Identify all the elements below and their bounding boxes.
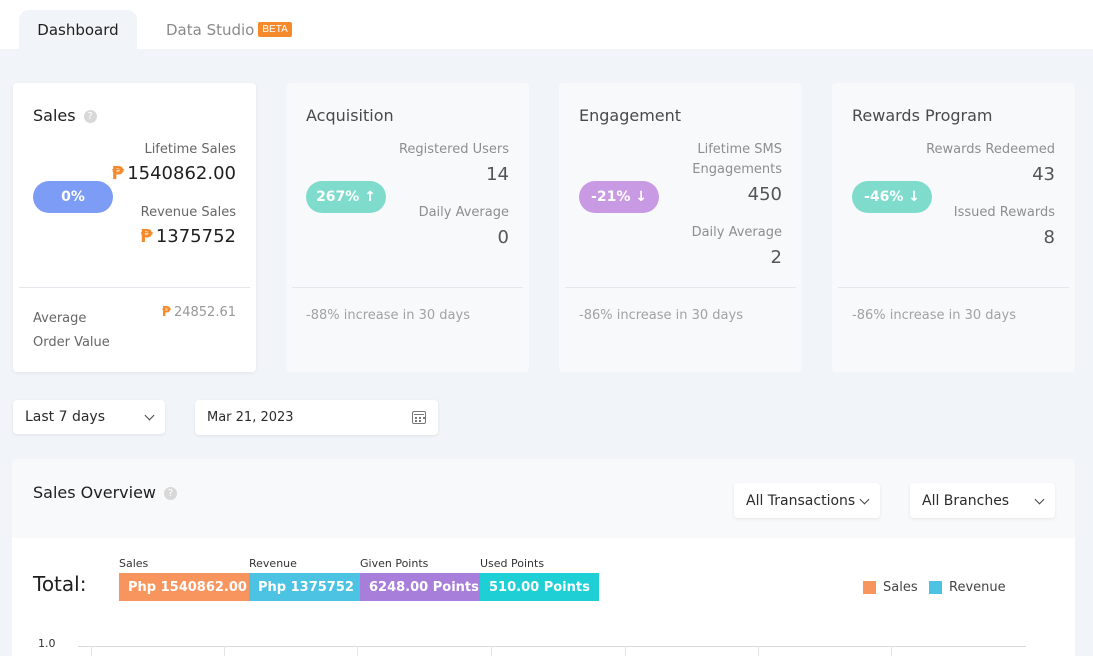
peso-icon: ₱ <box>161 305 171 320</box>
engagement-change-pill: -21% ↓ <box>579 181 659 213</box>
acquisition-card-title: Acquisition <box>306 106 394 125</box>
date-picker-value: Mar 21, 2023 <box>207 410 294 425</box>
rewards-card: Rewards Program -46% ↓ Rewards Redeemed … <box>832 83 1075 372</box>
metric-sales-value: Php 1540862.00 <box>119 573 256 601</box>
metric-given-points-label: Given Points <box>360 557 429 570</box>
metric-sales: Sales Php 1540862.00 <box>119 557 256 601</box>
transactions-select-value: All Transactions <box>746 492 856 509</box>
sales-overview-title: Sales Overview <box>33 483 156 502</box>
average-order-value: ₱ 24852.61 <box>162 305 236 320</box>
chevron-down-icon <box>859 494 870 504</box>
sales-card-title-row: Sales? <box>33 106 97 125</box>
tab-dashboard[interactable]: Dashboard <box>19 10 137 49</box>
card-divider <box>292 287 523 288</box>
engagement-card: Engagement -21% ↓ Lifetime SMS Engagemen… <box>559 83 802 372</box>
lifetime-sms-label: Lifetime SMS Engagements <box>692 142 782 177</box>
date-picker[interactable]: Mar 21, 2023 <box>195 400 438 435</box>
branches-select[interactable]: All Branches <box>910 483 1055 518</box>
date-range-value: Last 7 days <box>25 409 106 425</box>
average-order-value-label: Average Order Value <box>33 311 110 350</box>
chart-gridline-v <box>625 646 626 656</box>
legend-revenue-label: Revenue <box>949 580 1006 595</box>
metric-used-points-label: Used Points <box>480 557 545 570</box>
chart-gridline-v <box>357 646 358 656</box>
average-order-value-amount: 24852.61 <box>173 305 236 320</box>
lifetime-sales-label: Lifetime Sales <box>144 142 236 157</box>
calendar-icon[interactable] <box>412 411 426 424</box>
legend-sales-label: Sales <box>883 580 918 595</box>
chart-gridline <box>78 646 1026 647</box>
chart-gridline-v <box>224 646 225 656</box>
total-label: Total: <box>33 572 87 596</box>
metric-revenue: Revenue Php 1375752 <box>249 557 363 601</box>
metric-given-points-value: 6248.00 Points <box>360 573 488 601</box>
legend-revenue-swatch <box>929 581 942 594</box>
tab-dashboard-label: Dashboard <box>37 20 119 39</box>
tab-data-studio-label: Data Studio <box>166 20 255 39</box>
peso-icon: ₱ <box>111 163 125 184</box>
daily-average-label: Daily Average <box>418 205 509 220</box>
metric-used-points-value: 510.00 Points <box>480 573 599 601</box>
engagement-daily-average-value: 2 <box>770 247 782 268</box>
acquisition-footer: -88% increase in 30 days <box>306 308 470 323</box>
engagement-card-title: Engagement <box>579 106 682 125</box>
sales-overview-body: Total: Sales Php 1540862.00 Revenue Php … <box>12 538 1075 656</box>
daily-average-value: 0 <box>497 227 509 248</box>
revenue-sales-value: ₱ 1375752 <box>140 226 236 247</box>
card-divider <box>19 287 250 288</box>
issued-rewards-label: Issued Rewards <box>953 205 1055 220</box>
lifetime-sales-amount: 1540862.00 <box>127 163 236 184</box>
tab-data-studio[interactable]: Data Studio BETA <box>166 10 292 49</box>
transactions-select[interactable]: All Transactions <box>734 483 880 518</box>
legend-sales-swatch <box>863 581 876 594</box>
chart-gridline-v <box>91 646 92 656</box>
legend-revenue[interactable]: Revenue <box>929 580 1006 595</box>
engagement-daily-average-label: Daily Average <box>691 225 782 240</box>
card-divider <box>565 287 796 288</box>
rewards-card-title: Rewards Program <box>852 106 993 125</box>
registered-users-label: Registered Users <box>398 142 509 157</box>
acquisition-card: Acquisition 267% ↑ Registered Users 14 D… <box>286 83 529 372</box>
sales-card: Sales? 0% Lifetime Sales ₱ 1540862.00 Rev… <box>13 83 256 372</box>
revenue-sales-amount: 1375752 <box>155 226 236 247</box>
rewards-footer: -86% increase in 30 days <box>852 308 1016 323</box>
help-icon[interactable]: ? <box>164 487 177 500</box>
metric-given-points: Given Points 6248.00 Points <box>360 557 488 601</box>
rewards-redeemed-label: Rewards Redeemed <box>926 142 1055 157</box>
chart-gridline-v <box>758 646 759 656</box>
sales-change-pill: 0% <box>33 181 113 213</box>
branches-select-value: All Branches <box>922 492 1010 509</box>
metric-used-points: Used Points 510.00 Points <box>480 557 599 601</box>
issued-rewards-value: 8 <box>1043 227 1055 248</box>
tab-bar: Dashboard Data Studio BETA <box>0 0 1093 49</box>
sales-card-title: Sales <box>33 106 76 125</box>
chevron-down-icon <box>144 410 155 421</box>
lifetime-sales-value: ₱ 1540862.00 <box>112 163 236 184</box>
help-icon[interactable]: ? <box>83 110 97 123</box>
registered-users-value: 14 <box>486 164 509 185</box>
chart-gridline-v <box>891 646 892 656</box>
metric-revenue-value: Php 1375752 <box>249 573 363 601</box>
peso-icon: ₱ <box>140 226 153 247</box>
beta-badge: BETA <box>258 22 292 37</box>
lifetime-sms-value: 450 <box>747 184 782 205</box>
rewards-redeemed-value: 43 <box>1032 164 1055 185</box>
sales-overview-panel: Sales Overview? All Transactions All Bra… <box>12 459 1075 656</box>
sales-overview-title-row: Sales Overview? <box>33 483 177 502</box>
metric-sales-label: Sales <box>119 557 149 570</box>
chart-gridline-v <box>491 646 492 656</box>
acquisition-change-pill: 267% ↑ <box>306 181 386 213</box>
revenue-sales-label: Revenue Sales <box>140 205 236 220</box>
y-axis-tick: 1.0 <box>38 637 56 650</box>
metric-revenue-label: Revenue <box>249 557 297 570</box>
chevron-down-icon <box>1034 494 1045 504</box>
date-range-select[interactable]: Last 7 days <box>13 400 165 434</box>
rewards-change-pill: -46% ↓ <box>852 181 932 213</box>
engagement-footer: -86% increase in 30 days <box>579 308 743 323</box>
card-divider <box>838 287 1069 288</box>
legend-sales[interactable]: Sales <box>863 580 918 595</box>
